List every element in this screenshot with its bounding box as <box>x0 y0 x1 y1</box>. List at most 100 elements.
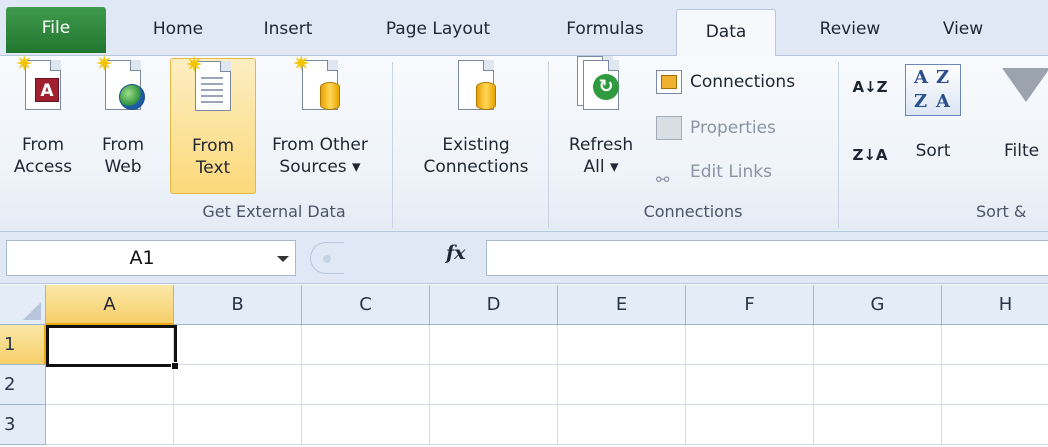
cell-d3[interactable] <box>430 405 558 445</box>
cell-g1[interactable] <box>814 325 942 365</box>
existing-connections-label-1: Existing <box>442 135 510 155</box>
from-text-label-1: From <box>191 136 235 156</box>
from-web-label-2: Web <box>104 157 142 177</box>
cell-c2[interactable] <box>302 365 430 405</box>
tab-home[interactable]: Home <box>128 10 228 48</box>
cell-e1[interactable] <box>558 325 686 365</box>
group-separator <box>838 62 839 228</box>
group-label-connections: Connections <box>643 202 743 221</box>
sort-label: Sort <box>915 141 951 161</box>
cell-h3[interactable] <box>942 405 1048 445</box>
cell-g2[interactable] <box>814 365 942 405</box>
existing-connections-icon <box>454 60 498 118</box>
from-other-sources-icon: ✷ <box>292 54 342 118</box>
cell-b3[interactable] <box>174 405 302 445</box>
tab-page-layout[interactable]: Page Layout <box>358 10 518 48</box>
tab-review[interactable]: Review <box>800 10 900 48</box>
sort-z-to-a-icon: Z↓A <box>852 146 888 164</box>
from-other-sources-label-1: From Other <box>272 135 368 155</box>
cell-b2[interactable] <box>174 365 302 405</box>
cell-e3[interactable] <box>558 405 686 445</box>
cell-f3[interactable] <box>686 405 814 445</box>
worksheet-grid: A B C D E F G H 1 2 3 <box>0 285 1048 447</box>
cell-c1[interactable] <box>302 325 430 365</box>
row-header-2[interactable]: 2 <box>0 365 46 405</box>
from-text-button[interactable]: ✷ From Text <box>170 55 256 194</box>
from-text-label-2: Text <box>195 158 231 178</box>
cell-c3[interactable] <box>302 405 430 445</box>
sort-a-to-z-icon: A↓Z <box>852 78 888 96</box>
properties-label: Properties <box>690 118 776 138</box>
existing-connections-label-2: Connections <box>423 157 529 177</box>
cell-a2[interactable] <box>46 365 174 405</box>
group-label-get-external-data: Get External Data <box>202 202 346 221</box>
filter-label: Filte <box>1004 141 1040 161</box>
cell-g3[interactable] <box>814 405 942 445</box>
column-header-b[interactable]: B <box>174 285 302 325</box>
column-header-g[interactable]: G <box>814 285 942 325</box>
tab-formulas[interactable]: Formulas <box>540 10 670 48</box>
existing-connections-button[interactable]: Existing Connections <box>410 58 542 194</box>
insert-function-icon[interactable]: fx <box>446 242 466 264</box>
connections-icon <box>656 70 682 94</box>
formula-bar-resize-handle[interactable] <box>310 242 344 274</box>
properties-button[interactable]: Properties <box>656 108 776 148</box>
cell-e2[interactable] <box>558 365 686 405</box>
row-header-3[interactable]: 3 <box>0 405 46 445</box>
column-header-e[interactable]: E <box>558 285 686 325</box>
edit-links-label: Edit Links <box>690 162 772 182</box>
from-access-label-1: From <box>21 135 65 155</box>
refresh-all-label-2: All ▾ <box>583 157 619 177</box>
refresh-all-label-1: Refresh <box>568 135 634 155</box>
from-access-label-2: Access <box>13 157 73 177</box>
tab-data[interactable]: Data <box>676 9 776 57</box>
fill-handle[interactable] <box>171 362 179 370</box>
tab-view[interactable]: View <box>918 10 1008 48</box>
refresh-icon: ↻ <box>577 56 623 118</box>
cell-f1[interactable] <box>686 325 814 365</box>
tab-insert[interactable]: Insert <box>238 10 338 48</box>
column-header-h[interactable]: H <box>942 285 1048 325</box>
cell-h2[interactable] <box>942 365 1048 405</box>
name-box[interactable]: A1 <box>6 240 296 276</box>
sort-icon: AZ ZA <box>905 64 961 116</box>
row-header-1[interactable]: 1 <box>0 325 46 365</box>
from-web-icon: ✷ <box>95 54 145 118</box>
sort-a-to-z-button[interactable]: A↓Z <box>850 78 890 96</box>
edit-links-icon <box>656 160 682 184</box>
from-access-button[interactable]: ✷ A From Access <box>0 54 86 194</box>
cell-h1[interactable] <box>942 325 1048 365</box>
group-label-sort-filter: Sort & <box>976 202 1027 221</box>
from-web-label-1: From <box>101 135 145 155</box>
select-all-corner[interactable] <box>0 285 46 325</box>
connections-button[interactable]: Connections <box>656 62 795 102</box>
chevron-down-icon[interactable] <box>277 256 289 262</box>
column-header-a[interactable]: A <box>46 285 174 325</box>
cell-b1[interactable] <box>174 325 302 365</box>
from-other-sources-button[interactable]: ✷ From Other Sources ▾ <box>258 54 382 194</box>
column-header-f[interactable]: F <box>686 285 814 325</box>
edit-links-button[interactable]: Edit Links <box>656 152 772 192</box>
cell-d1[interactable] <box>430 325 558 365</box>
formula-bar: A1 fx <box>0 232 1048 284</box>
tab-file[interactable]: File <box>6 7 106 53</box>
ribbon-tab-bar: File Home Insert Page Layout Formulas Da… <box>0 0 1048 57</box>
from-access-icon: ✷ A <box>15 54 65 118</box>
refresh-all-button[interactable]: ↻ Refresh All ▾ <box>556 56 646 194</box>
from-other-sources-label-2: Sources ▾ <box>279 157 361 177</box>
formula-input[interactable] <box>486 240 1048 276</box>
connections-label: Connections <box>690 72 796 92</box>
from-text-icon: ✷ <box>185 55 235 119</box>
name-box-value: A1 <box>129 247 155 269</box>
active-cell-a1[interactable] <box>46 325 177 367</box>
ribbon-data: ✷ A From Access ✷ From Web ✷ From Text ✷… <box>0 54 1048 232</box>
cell-f2[interactable] <box>686 365 814 405</box>
from-web-button[interactable]: ✷ From Web <box>88 54 158 194</box>
column-header-d[interactable]: D <box>430 285 558 325</box>
filter-button[interactable]: Filte <box>990 58 1048 194</box>
cell-a3[interactable] <box>46 405 174 445</box>
column-header-c[interactable]: C <box>302 285 430 325</box>
properties-icon <box>656 116 682 140</box>
cell-d2[interactable] <box>430 365 558 405</box>
sort-z-to-a-button[interactable]: Z↓A <box>850 146 890 164</box>
